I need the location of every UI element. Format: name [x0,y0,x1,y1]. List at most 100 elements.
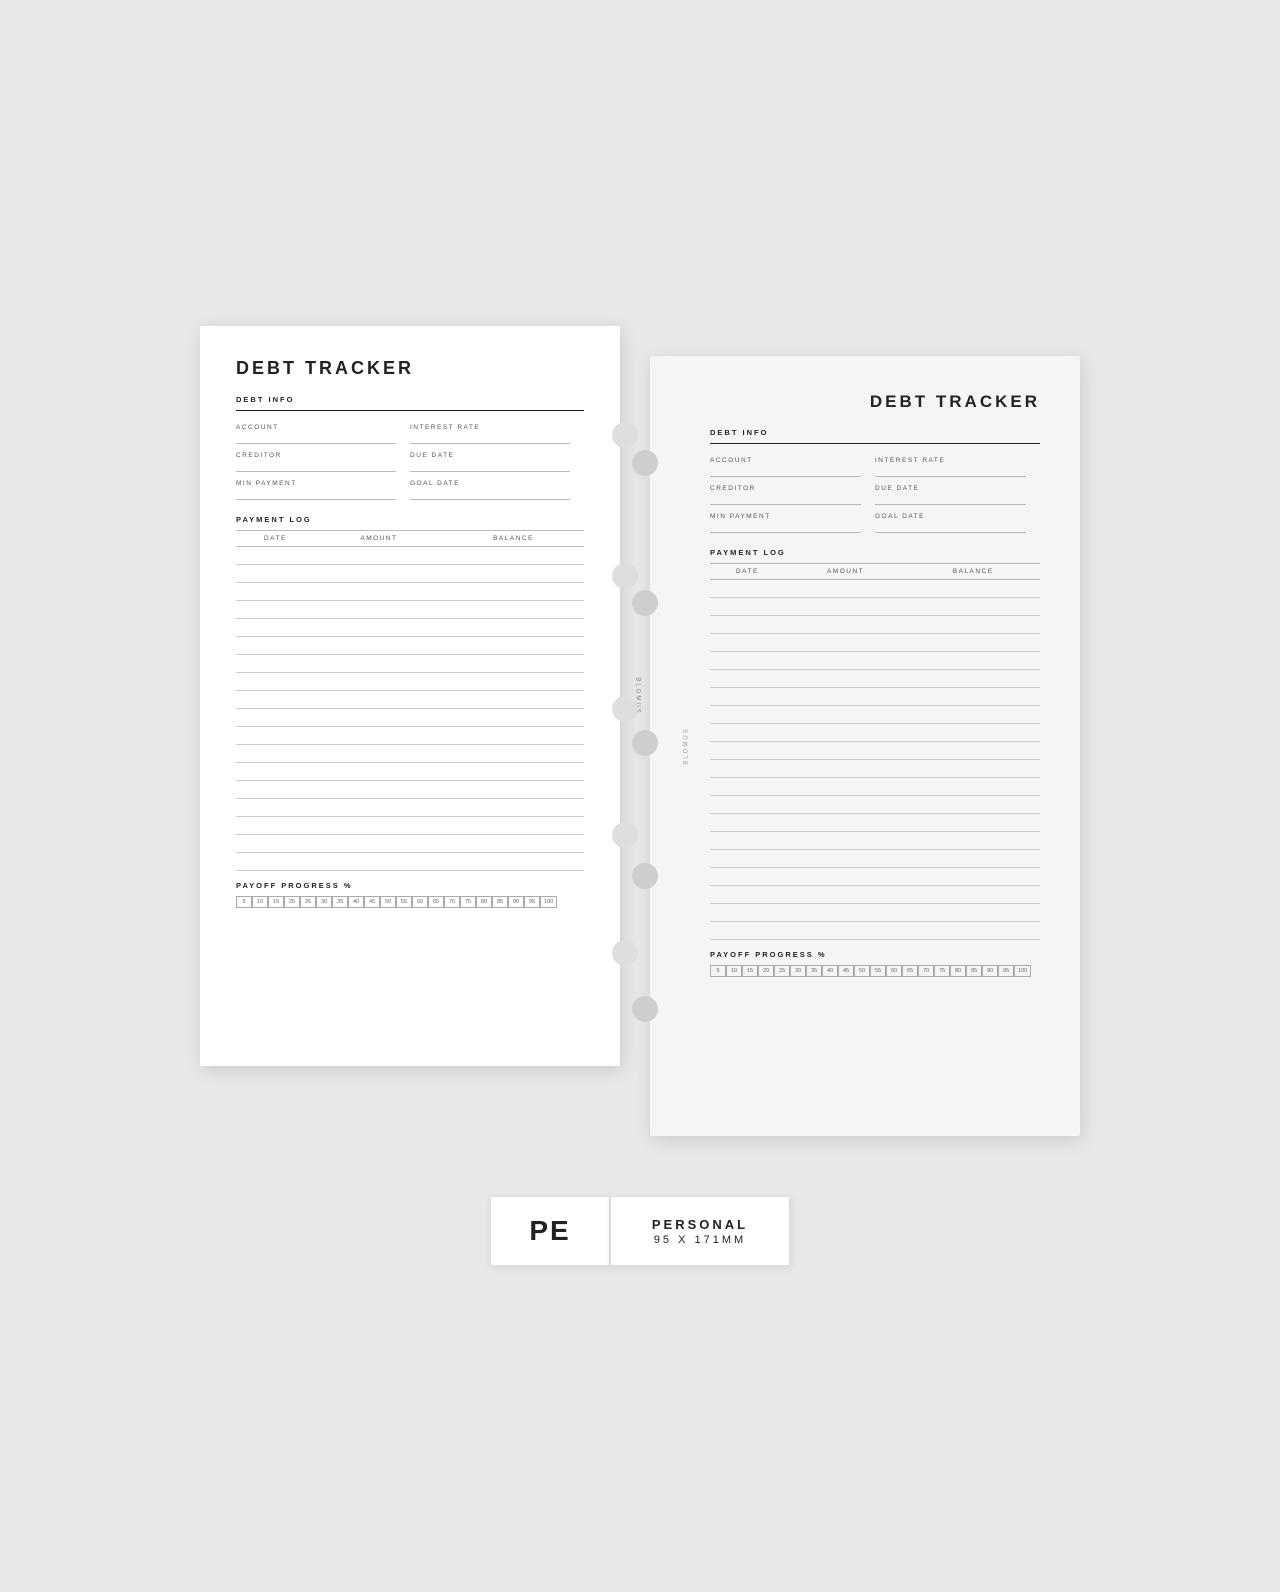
right-table-row [710,760,1040,778]
left-table-cell [236,727,315,745]
right-table-cell [785,598,907,616]
left-table-cell [443,673,584,691]
left-table-cell [236,853,315,871]
progress-num: 90 [508,896,524,908]
left-table-row [236,637,584,655]
right-table-cell [785,652,907,670]
right-table-row [710,832,1040,850]
right-table-cell [710,760,785,778]
progress-num: 100 [540,896,557,908]
right-payment-table: DATE AMOUNT BALANCE [710,563,1040,940]
hole-5 [612,940,638,966]
progress-num: 80 [950,965,966,977]
right-table-cell [710,706,785,724]
right-field-goal-date: GOAL DATE [875,508,1040,536]
left-table-row [236,655,584,673]
right-table-row [710,634,1040,652]
right-table-row [710,814,1040,832]
left-line-interest [410,434,570,444]
left-field-account: ACCOUNT [236,419,410,447]
progress-num: 90 [982,965,998,977]
right-table-cell [906,922,1040,940]
right-table-cell [710,778,785,796]
left-table-cell [315,565,443,583]
left-table-cell [315,547,443,565]
right-label-creditor: CREDITOR [710,485,875,492]
left-field-goal-date: GOAL DATE [410,475,584,503]
right-field-min-payment: MIN PAYMENT [710,508,875,536]
left-table-cell [443,799,584,817]
left-debt-info-label: DEBT INFO [236,395,584,404]
left-table-row [236,601,584,619]
right-table-cell [785,634,907,652]
right-table-cell [906,652,1040,670]
right-table-cell [906,724,1040,742]
main-container: BLOMUS DEBT TRACKER DEBT INFO ACCOUNT IN… [20,326,1260,1266]
right-table-cell [710,904,785,922]
right-table-cell [710,580,785,598]
left-table-cell [236,547,315,565]
left-label-due-date: DUE DATE [410,452,584,459]
left-payment-table: DATE AMOUNT BALANCE [236,530,584,871]
progress-num: 10 [252,896,268,908]
right-page-title: DEBT TRACKER [710,392,1040,412]
progress-num: 45 [838,965,854,977]
pe-label-box: PE [490,1196,610,1266]
right-table-row [710,778,1040,796]
right-table-row [710,850,1040,868]
progress-num: 85 [492,896,508,908]
left-table-cell [443,637,584,655]
right-line-creditor [710,495,861,505]
progress-num: 55 [396,896,412,908]
left-table-cell [443,835,584,853]
right-table-cell [710,796,785,814]
left-col-amount: AMOUNT [315,531,443,547]
right-line-account [710,467,861,477]
left-table-cell [315,817,443,835]
right-side-text: BLOMUS [684,727,690,764]
progress-num: 40 [348,896,364,908]
left-table-cell [236,691,315,709]
personal-label: PERSONAL [652,1217,748,1232]
progress-num: 60 [886,965,902,977]
right-table-cell [785,814,907,832]
left-table-row [236,547,584,565]
left-table-row [236,691,584,709]
right-table-row [710,580,1040,598]
right-table-cell [785,742,907,760]
right-table-row [710,598,1040,616]
left-table-cell [236,799,315,817]
left-table-cell [236,763,315,781]
right-table-cell [710,724,785,742]
left-table-cell [315,853,443,871]
right-table-cell [785,688,907,706]
progress-num: 20 [284,896,300,908]
right-table-row [710,652,1040,670]
pages-row: BLOMUS DEBT TRACKER DEBT INFO ACCOUNT IN… [200,326,1080,1136]
right-payment-log-label: PAYMENT LOG [710,548,1040,557]
left-table-cell [315,835,443,853]
right-debt-divider [710,443,1040,444]
left-table-cell [236,709,315,727]
left-table-cell [236,583,315,601]
left-field-due-date: DUE DATE [410,447,584,475]
left-line-creditor [236,462,396,472]
right-table-cell [906,742,1040,760]
left-table-cell [315,709,443,727]
progress-num: 100 [1014,965,1031,977]
left-table-cell [315,727,443,745]
progress-num: 35 [332,896,348,908]
right-table-cell [710,652,785,670]
right-hole-4 [632,863,658,889]
left-table-row [236,817,584,835]
left-table-row [236,583,584,601]
left-col-balance: BALANCE [443,531,584,547]
right-table-cell [785,832,907,850]
left-table-row [236,799,584,817]
right-table-cell [710,670,785,688]
left-table-cell [236,745,315,763]
right-table-cell [710,742,785,760]
right-table-cell [906,850,1040,868]
right-table-cell [785,922,907,940]
left-table-cell [236,817,315,835]
